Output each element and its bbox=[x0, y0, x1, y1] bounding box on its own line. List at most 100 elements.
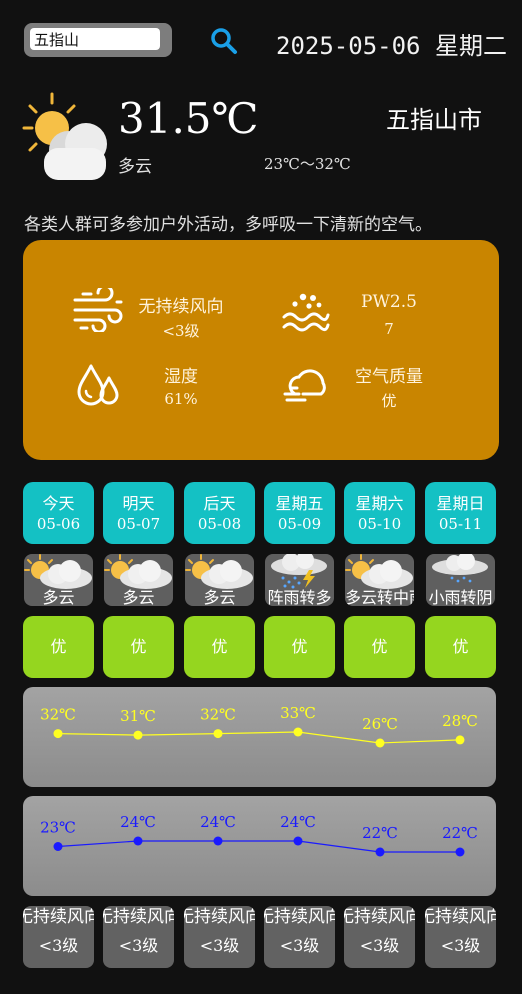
forecast-wind-direction: 无持续风向 bbox=[184, 907, 255, 927]
high-temp-point bbox=[375, 738, 385, 748]
high-temp-label: 33℃ bbox=[280, 704, 316, 722]
forecast-condition-label: 多云 bbox=[42, 588, 75, 606]
search-button[interactable] bbox=[209, 26, 239, 56]
forecast-day-name: 星期日 bbox=[436, 494, 485, 513]
forecast-wind: 无持续风向 <3级 bbox=[264, 906, 335, 968]
forecast-wind: 无持续风向 <3级 bbox=[425, 906, 496, 968]
pm25-value: 7 bbox=[384, 320, 394, 338]
high-temp-label: 32℃ bbox=[200, 706, 236, 724]
high-temp-point bbox=[53, 729, 63, 739]
forecast-condition-label: 小雨转阴 bbox=[428, 588, 493, 606]
high-temp-point bbox=[293, 727, 303, 737]
current-temperature-range: 23℃～32℃ bbox=[264, 155, 351, 173]
forecast-condition: 多云 bbox=[185, 554, 254, 606]
forecast-wind-level: <3级 bbox=[279, 936, 320, 955]
low-temp-point bbox=[455, 847, 465, 857]
low-temp-series-line bbox=[57, 840, 460, 853]
forecast-day-tab[interactable]: 明天 05-07 bbox=[103, 482, 174, 544]
low-temp-label: 22℃ bbox=[442, 824, 478, 842]
high-temperature-chart: 32℃ 31℃ 32℃ 33℃ 26℃ 28℃ bbox=[23, 687, 496, 787]
air-quality-value: 优 bbox=[381, 392, 397, 410]
low-temp-label: 24℃ bbox=[120, 813, 156, 831]
high-temp-point bbox=[133, 730, 143, 740]
forecast-air-quality[interactable]: 优 bbox=[23, 616, 94, 678]
forecast-day-name: 明天 bbox=[122, 494, 155, 513]
forecast-condition: 阵雨转多 bbox=[265, 554, 334, 606]
forecast-day-date: 05-10 bbox=[357, 515, 402, 533]
forecast-condition: 多云 bbox=[104, 554, 173, 606]
low-temp-point bbox=[53, 842, 63, 851]
low-temp-label: 24℃ bbox=[200, 813, 236, 831]
forecast-day-tab[interactable]: 星期六 05-10 bbox=[344, 482, 415, 544]
forecast-wind-level: <3级 bbox=[118, 936, 159, 955]
current-temperature: 31.5℃ bbox=[118, 94, 259, 143]
forecast-air-quality[interactable]: 优 bbox=[344, 616, 415, 678]
high-temp-label: 32℃ bbox=[40, 706, 76, 724]
pm25-title: PW2.5 bbox=[361, 292, 417, 312]
forecast-day-name: 星期五 bbox=[275, 494, 324, 513]
current-weather-icon bbox=[22, 92, 112, 180]
forecast-condition-label: 多云 bbox=[203, 588, 236, 606]
current-condition: 多云 bbox=[118, 157, 152, 177]
low-temp-label: 22℃ bbox=[362, 824, 398, 842]
high-temp-label: 28℃ bbox=[442, 712, 478, 730]
low-temperature-chart: 23℃ 24℃ 24℃ 24℃ 22℃ 22℃ bbox=[23, 796, 496, 896]
forecast-day-tab[interactable]: 今天 05-06 bbox=[23, 482, 94, 544]
forecast-day-date: 05-07 bbox=[116, 515, 161, 533]
forecast-day-date: 05-08 bbox=[197, 515, 242, 533]
forecast-condition-label: 多云 bbox=[122, 588, 155, 606]
forecast-wind-direction: 无持续风向 bbox=[425, 907, 496, 927]
forecast-condition: 多云 bbox=[24, 554, 93, 606]
forecast-condition: 小雨转阴 bbox=[426, 554, 495, 606]
forecast-condition-label: 多云转中雨 bbox=[345, 588, 414, 606]
forecast-day-name: 今天 bbox=[42, 494, 75, 513]
forecast-condition: 多云转中雨 bbox=[345, 554, 414, 606]
forecast-day-name: 星期六 bbox=[355, 494, 404, 513]
forecast-condition-label: 阵雨转多 bbox=[267, 588, 332, 606]
forecast-wind-direction: 无持续风向 bbox=[23, 907, 94, 927]
forecast-air-quality[interactable]: 优 bbox=[184, 616, 255, 678]
forecast-wind-level: <3级 bbox=[38, 936, 79, 955]
forecast-wind-level: <3级 bbox=[199, 936, 240, 955]
low-temp-label: 24℃ bbox=[280, 813, 316, 831]
wind-direction-title: 无持续风向 bbox=[138, 297, 224, 317]
forecast-wind: 无持续风向 <3级 bbox=[23, 906, 94, 968]
humidity-title: 湿度 bbox=[164, 367, 198, 387]
weather-info-card: 无持续风向 <3级 PW2.5 7 湿度 61% 空气质量 优 bbox=[23, 240, 499, 460]
search-box bbox=[24, 23, 172, 57]
low-temp-point bbox=[375, 847, 385, 857]
forecast-day-date: 05-11 bbox=[438, 515, 483, 533]
forecast-wind: 无持续风向 <3级 bbox=[103, 906, 174, 968]
forecast-day-tab[interactable]: 星期五 05-09 bbox=[264, 482, 335, 544]
forecast-air-quality[interactable]: 优 bbox=[103, 616, 174, 678]
air-quality-title: 空气质量 bbox=[355, 367, 423, 387]
wind-level-value: <3级 bbox=[162, 322, 200, 340]
forecast-air-quality[interactable]: 优 bbox=[425, 616, 496, 678]
date-text: 2025-05-06 星期二 bbox=[276, 32, 507, 60]
forecast-day-tab[interactable]: 后天 05-08 bbox=[184, 482, 255, 544]
forecast-day-date: 05-09 bbox=[277, 515, 322, 533]
forecast-wind-direction: 无持续风向 bbox=[344, 907, 415, 927]
high-temperature-plot: 32℃ 31℃ 32℃ 33℃ 26℃ 28℃ bbox=[40, 704, 478, 748]
low-temp-point bbox=[293, 836, 303, 846]
forecast-day-tab[interactable]: 星期日 05-11 bbox=[425, 482, 496, 544]
forecast-wind-direction: 无持续风向 bbox=[103, 907, 174, 927]
low-temp-point bbox=[213, 836, 223, 846]
low-temp-label: 23℃ bbox=[40, 819, 76, 837]
forecast-wind: 无持续风向 <3级 bbox=[184, 906, 255, 968]
partly-cloudy-icon bbox=[22, 92, 107, 180]
high-temp-label: 26℃ bbox=[362, 715, 398, 733]
search-input[interactable] bbox=[30, 28, 160, 50]
low-temperature-plot: 23℃ 24℃ 24℃ 24℃ 22℃ 22℃ bbox=[40, 813, 478, 857]
forecast-wind-direction: 无持续风向 bbox=[264, 907, 335, 927]
high-temp-series-line bbox=[57, 731, 461, 744]
low-temp-point bbox=[133, 836, 143, 846]
high-temp-label: 31℃ bbox=[120, 707, 156, 725]
forecast-wind-level: <3级 bbox=[440, 936, 481, 955]
search-icon bbox=[211, 28, 237, 54]
city-name: 五指山市 bbox=[386, 106, 482, 134]
advice-text: 各类人群可多参加户外活动，多呼吸一下清新的空气。 bbox=[24, 215, 432, 235]
high-temp-point bbox=[455, 735, 465, 745]
high-temp-point bbox=[213, 729, 223, 739]
forecast-air-quality[interactable]: 优 bbox=[264, 616, 335, 678]
